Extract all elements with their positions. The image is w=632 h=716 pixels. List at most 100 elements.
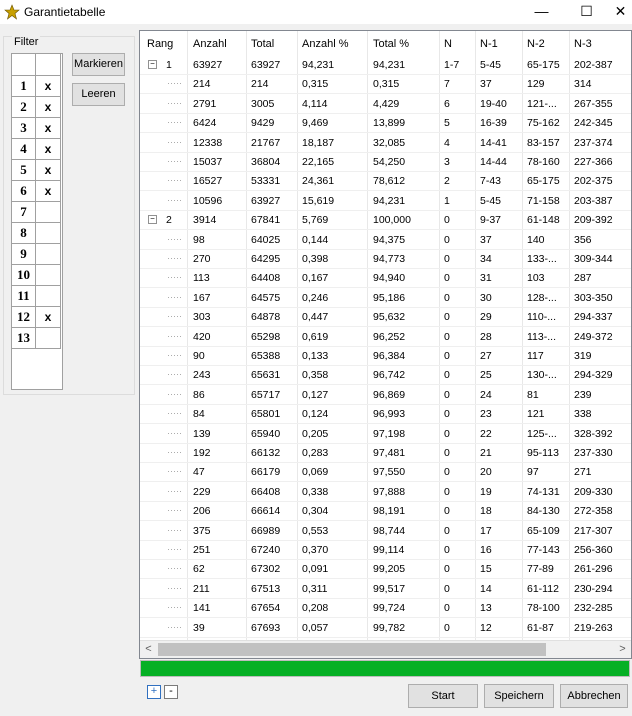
column-header[interactable]: Anzahl [193, 38, 227, 50]
column-header[interactable]: N-2 [527, 38, 545, 50]
column-header[interactable]: N-1 [480, 38, 498, 50]
column-header[interactable]: N-3 [574, 38, 592, 50]
table-cell: 227-366 [574, 156, 613, 168]
table-cell: 272-358 [574, 505, 613, 518]
scroll-left-icon[interactable]: < [140, 641, 157, 658]
table-cell: 15037 [193, 156, 223, 168]
group-row[interactable]: −2 3914 67841 5,769 100,000 0 9-37 61-148 209-39… [140, 210, 631, 231]
scrollbar-thumb[interactable] [158, 643, 546, 656]
filter-row-number[interactable]: 11 [12, 286, 36, 307]
table-cell: 99,114 [373, 544, 405, 556]
table-row[interactable]: ····· 206 66614 0,304 98,191 0 18 84-130 272-358 [140, 501, 631, 522]
filter-row-number[interactable]: 4 [12, 139, 36, 160]
filter-row-number[interactable]: 5 [12, 160, 36, 181]
filter-row-mark[interactable]: x [36, 76, 61, 97]
filter-row-mark[interactable]: x [36, 118, 61, 139]
filter-row-mark[interactable] [36, 244, 61, 265]
table-row[interactable]: ····· 84 65801 0,124 96,993 0 23 121 338 [140, 404, 631, 425]
table-row[interactable]: ····· 192 66132 0,283 97,481 0 21 95-113 237-330 [140, 443, 631, 463]
column-header[interactable]: Anzahl % [302, 38, 348, 50]
maximize-button[interactable]: ☐ [564, 0, 609, 24]
results-table[interactable]: Rang Anzahl Total Anzahl % Total % N N-1 N-2 N-3… [139, 30, 632, 659]
table-row[interactable]: ····· 211 67513 0,311 99,517 0 14 61-112 230-294 [140, 579, 631, 599]
table-cell: 64295 [251, 253, 281, 265]
table-cell: 61-148 [527, 214, 560, 227]
table-row[interactable]: ····· 16527 53331 24,361 78,612 2 7-43 65-175 20… [140, 171, 631, 192]
table-cell: 309-344 [574, 253, 613, 265]
table-row[interactable]: ····· 62 67302 0,091 99,205 0 15 77-89 261-296 [140, 559, 631, 580]
group-row[interactable]: −1 63927 63927 94,231 94,231 1-7 5-45 65-175 202… [140, 55, 631, 75]
table-cell: 3005 [251, 97, 275, 110]
table-row[interactable]: ····· 243 65631 0,358 96,742 0 25 130-... 294-32… [140, 365, 631, 386]
table-cell: 28 [480, 330, 492, 343]
table-row[interactable]: ····· 113 64408 0,167 94,940 0 31 103 287 [140, 268, 631, 289]
filter-row-mark[interactable]: x [36, 97, 61, 118]
table-row[interactable]: ····· 2791 3005 4,114 4,429 6 19-40 121-... 267-… [140, 94, 631, 114]
filter-row-mark[interactable] [36, 223, 61, 244]
filter-row-mark[interactable]: x [36, 160, 61, 181]
table-row[interactable]: ····· 214 214 0,315 0,315 7 37 129 314 [140, 74, 631, 95]
filter-row-number[interactable]: 1 [12, 76, 36, 97]
filter-row-number[interactable]: 7 [12, 202, 36, 223]
clear-button[interactable]: Leeren [72, 83, 125, 106]
horizontal-scrollbar[interactable]: < > [140, 640, 631, 658]
filter-row-number[interactable]: 8 [12, 223, 36, 244]
filter-row-mark[interactable]: x [36, 307, 61, 328]
scroll-right-icon[interactable]: > [614, 641, 631, 658]
table-row[interactable]: ····· 303 64878 0,447 95,632 0 29 110-... 294-33… [140, 307, 631, 328]
mark-button[interactable]: Markieren [72, 53, 125, 76]
filter-row-number[interactable]: 12 [12, 307, 36, 328]
column-header[interactable]: Rang [147, 38, 173, 50]
table-row[interactable]: ····· 10596 63927 15,619 94,231 1 5-45 71-158 20… [140, 191, 631, 211]
filter-row-mark[interactable] [36, 328, 61, 349]
filter-row-number[interactable]: 3 [12, 118, 36, 139]
collapse-toggle-icon[interactable]: − [148, 60, 157, 69]
table-row[interactable]: ····· 251 67240 0,370 99,114 0 16 77-143 256-360 [140, 540, 631, 560]
table-row[interactable]: ····· 375 66989 0,553 98,744 0 17 65-109 217-307 [140, 521, 631, 541]
close-button[interactable]: ✕ [609, 0, 632, 24]
table-cell: 167 [193, 291, 211, 304]
table-cell: 5-45 [480, 194, 502, 207]
filter-row-mark[interactable] [36, 286, 61, 307]
expand-all-button[interactable]: + [147, 685, 161, 699]
table-row[interactable]: ····· 420 65298 0,619 96,252 0 28 113-... 249-37… [140, 327, 631, 347]
cancel-button[interactable]: Abbrechen [560, 684, 628, 708]
table-row[interactable]: ····· 167 64575 0,246 95,186 0 30 128-... 303-35… [140, 288, 631, 308]
table-cell: 37 [480, 78, 492, 91]
table-cell: 3914 [193, 214, 217, 227]
filter-row-number[interactable]: 10 [12, 265, 36, 286]
filter-row-mark[interactable]: x [36, 181, 61, 202]
start-button[interactable]: Start [408, 684, 478, 708]
table-row[interactable]: ····· 39 67693 0,057 99,782 0 12 61-87 219-263 [140, 618, 631, 638]
filter-row-mark[interactable] [36, 202, 61, 223]
column-header[interactable]: Total [251, 38, 274, 50]
filter-row-number[interactable]: 6 [12, 181, 36, 202]
table-cell: 0,398 [302, 253, 329, 265]
table-cell: 6424 [193, 117, 217, 130]
table-cell: 94,940 [373, 272, 406, 285]
table-row[interactable]: ····· 12338 21767 18,187 32,085 4 14-41 83-157 2… [140, 133, 631, 153]
table-row[interactable]: ····· 6424 9429 9,469 13,899 5 16-39 75-162 242-… [140, 113, 631, 134]
table-row[interactable]: ····· 270 64295 0,398 94,773 0 34 133-... 309-34… [140, 249, 631, 269]
filter-row-number[interactable]: 13 [12, 328, 36, 349]
collapse-all-button[interactable]: - [164, 685, 178, 699]
save-button[interactable]: Speichern [484, 684, 554, 708]
table-row[interactable]: ····· 86 65717 0,127 96,869 0 24 81 239 [140, 385, 631, 405]
table-row[interactable]: ····· 90 65388 0,133 96,384 0 27 117 319 [140, 346, 631, 366]
table-cell: 7 [444, 78, 450, 91]
filter-row-mark[interactable]: x [36, 139, 61, 160]
filter-row-mark[interactable] [36, 265, 61, 286]
table-row[interactable]: ····· 139 65940 0,205 97,198 0 22 125-... 328-39… [140, 424, 631, 444]
collapse-toggle-icon[interactable]: − [148, 215, 157, 225]
column-header[interactable]: Total % [373, 38, 409, 50]
filter-row-number[interactable]: 2 [12, 97, 36, 118]
table-row[interactable]: ····· 15037 36804 22,165 54,250 3 14-44 78-160 2… [140, 152, 631, 172]
table-row[interactable]: ····· 98 64025 0,144 94,375 0 37 140 356 [140, 230, 631, 250]
filter-grid[interactable]: 1 x 2 x 3 x 4 x 5 x 6 x 7 8 9 10 11 12 x 13 [11, 53, 63, 390]
filter-row-number[interactable]: 9 [12, 244, 36, 265]
column-header[interactable]: N [444, 38, 452, 50]
table-row[interactable]: ····· 229 66408 0,338 97,888 0 19 74-131 209-330 [140, 482, 631, 502]
table-row[interactable]: ····· 47 66179 0,069 97,550 0 20 97 271 [140, 462, 631, 483]
minimize-button[interactable]: — [519, 0, 564, 24]
table-row[interactable]: ····· 141 67654 0,208 99,724 0 13 78-100 232-285 [140, 598, 631, 619]
